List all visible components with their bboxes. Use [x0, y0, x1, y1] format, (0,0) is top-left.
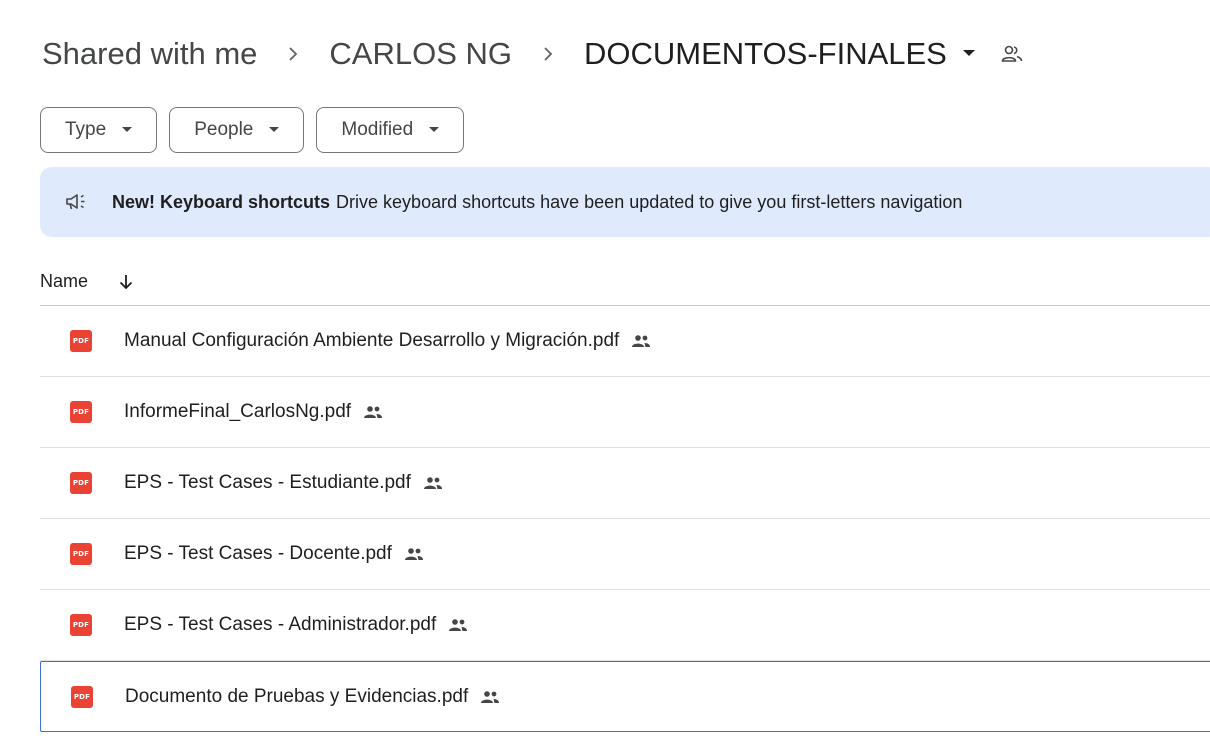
filter-bar: Type People Modified: [40, 107, 465, 153]
dropdown-caret-icon: [122, 127, 133, 133]
file-name: EPS - Test Cases - Administrador.pdf: [124, 614, 437, 635]
banner-title: New! Keyboard shortcuts: [112, 191, 331, 212]
pdf-file-icon: PDF: [70, 472, 92, 494]
file-row[interactable]: PDF Manual Configuración Ambiente Desarr…: [40, 306, 1210, 377]
shared-people-icon: [423, 476, 443, 490]
type-filter-chip[interactable]: Type: [40, 107, 158, 153]
chevron-right-icon: [542, 45, 554, 63]
file-row[interactable]: PDF EPS - Test Cases - Estudiante.pdf: [40, 448, 1210, 519]
breadcrumb: Shared with me CARLOS NG DOCUMENTOS-FINA…: [40, 30, 1023, 78]
people-outline-icon[interactable]: [1001, 44, 1023, 64]
people-filter-chip[interactable]: People: [169, 107, 305, 153]
folder-menu-caret-icon[interactable]: [962, 50, 975, 58]
list-header: Name: [40, 258, 1210, 306]
pdf-file-icon: PDF: [70, 543, 92, 565]
file-row[interactable]: PDF InformeFinal_CarlosNg.pdf: [40, 377, 1210, 448]
people-filter-label: People: [194, 119, 254, 140]
chevron-right-icon: [287, 45, 299, 63]
announcement-icon: [64, 192, 88, 212]
file-row[interactable]: PDF EPS - Test Cases - Administrador.pdf: [40, 590, 1210, 661]
shared-people-icon: [631, 334, 651, 348]
file-name: Manual Configuración Ambiente Desarrollo…: [124, 330, 620, 351]
banner-text: Drive keyboard shortcuts have been updat…: [336, 191, 963, 212]
file-name: Documento de Pruebas y Evidencias.pdf: [125, 685, 469, 707]
pdf-file-icon: PDF: [71, 685, 93, 708]
pdf-file-icon: PDF: [70, 330, 92, 352]
pdf-file-icon: PDF: [70, 614, 92, 636]
file-row[interactable]: PDF EPS - Test Cases - Docente.pdf: [40, 519, 1210, 590]
file-list: PDF Manual Configuración Ambiente Desarr…: [40, 306, 1210, 732]
shared-people-icon: [480, 690, 500, 704]
file-name: EPS - Test Cases - Docente.pdf: [124, 543, 392, 564]
shared-people-icon: [363, 405, 383, 419]
file-row-selected[interactable]: PDF Documento de Pruebas y Evidencias.pd…: [40, 661, 1210, 732]
dropdown-caret-icon: [429, 127, 440, 133]
modified-filter-chip[interactable]: Modified: [316, 107, 465, 153]
type-filter-label: Type: [65, 119, 107, 140]
dropdown-caret-icon: [269, 127, 280, 133]
shared-people-icon: [404, 547, 424, 561]
file-name: InformeFinal_CarlosNg.pdf: [124, 401, 352, 422]
breadcrumb-current-folder[interactable]: DOCUMENTOS-FINALES: [582, 36, 949, 72]
modified-filter-label: Modified: [341, 119, 414, 140]
arrow-down-icon[interactable]: [118, 273, 134, 291]
keyboard-shortcuts-banner: New! Keyboard shortcuts Drive keyboard s…: [40, 167, 1210, 237]
pdf-file-icon: PDF: [70, 401, 92, 423]
name-column-header[interactable]: Name: [40, 271, 88, 292]
file-name: EPS - Test Cases - Estudiante.pdf: [124, 472, 411, 493]
shared-people-icon: [448, 618, 468, 632]
breadcrumb-shared-with-me[interactable]: Shared with me: [40, 36, 259, 72]
breadcrumb-carlos-ng[interactable]: CARLOS NG: [327, 36, 514, 72]
